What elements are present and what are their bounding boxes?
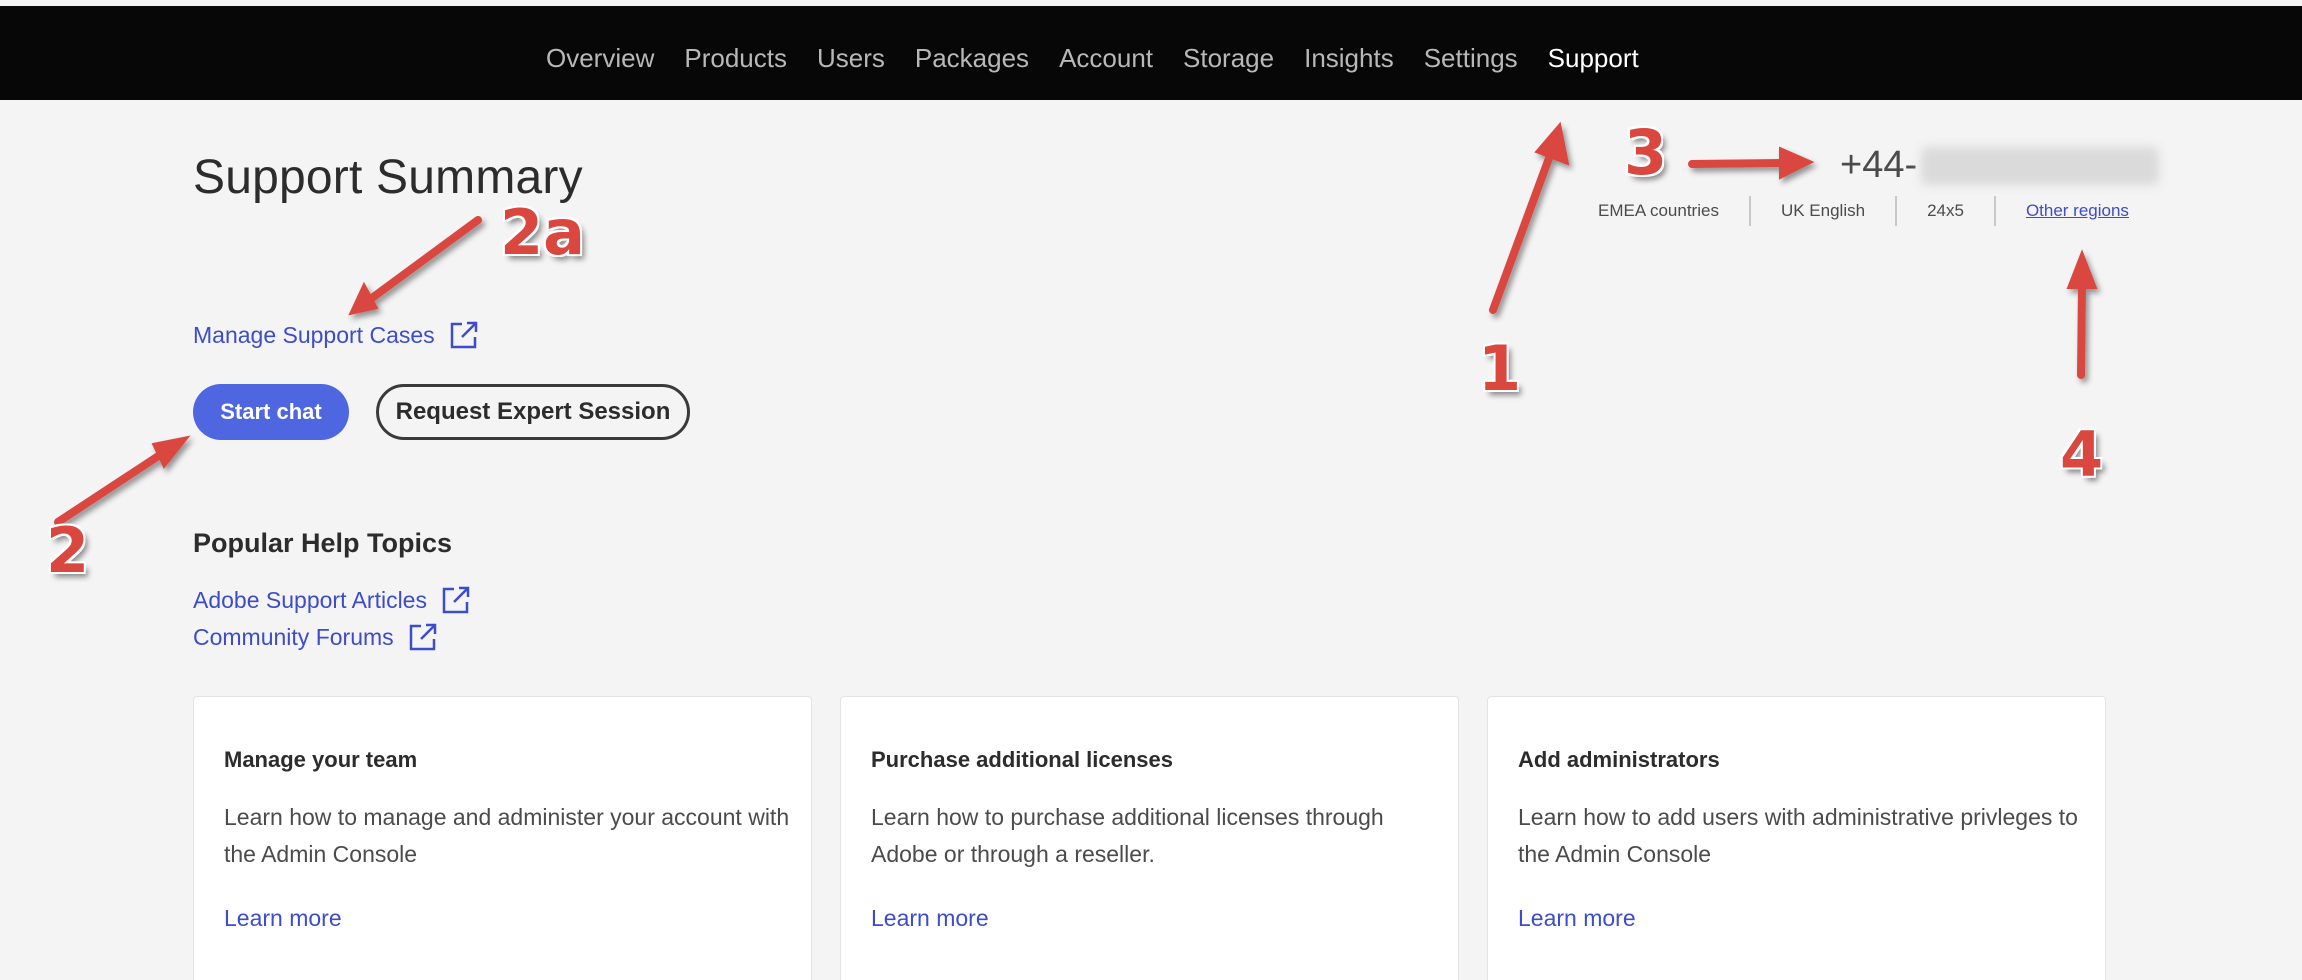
nav-item-settings[interactable]: Settings	[1424, 43, 1518, 74]
community-forums-link[interactable]: Community Forums	[193, 622, 438, 652]
region-label: EMEA countries	[1598, 201, 1719, 220]
nav-item-products[interactable]: Products	[684, 43, 787, 74]
external-link-icon	[442, 586, 470, 614]
annotation-label-2: 2	[46, 514, 90, 587]
learn-more-link[interactable]: Learn more	[224, 905, 342, 932]
annotation-arrow-4	[2066, 249, 2098, 379]
annotation-arrow-2a	[348, 216, 482, 316]
external-link-icon	[409, 623, 436, 651]
start-chat-button[interactable]: Start chat	[193, 384, 349, 440]
popular-help-topics-heading: Popular Help Topics	[193, 528, 453, 558]
nav-item-insights[interactable]: Insights	[1304, 43, 1394, 74]
other-regions-link[interactable]: Other regions	[1996, 201, 2159, 221]
card-description: Learn how to purchase additional license…	[871, 804, 1384, 867]
manage-support-cases-link[interactable]: Manage Support Cases	[193, 320, 479, 350]
manage-support-cases-label: Manage Support Cases	[193, 321, 435, 348]
annotation-arrow-1	[1489, 121, 1570, 314]
help-card-purchase-licenses: Purchase additional licenses Learn how t…	[840, 696, 1459, 980]
main-nav: Overview Products Users Packages Account…	[546, 36, 1669, 80]
external-link-icon	[450, 321, 477, 349]
hours-label: 24x5	[1927, 201, 1964, 220]
nav-item-overview[interactable]: Overview	[546, 43, 654, 74]
community-forums-label: Community Forums	[193, 623, 394, 650]
phone-prefix: +44-	[1840, 144, 1918, 186]
nav-item-storage[interactable]: Storage	[1183, 43, 1274, 74]
card-title: Manage your team	[224, 747, 418, 772]
card-title: Purchase additional licenses	[871, 747, 1174, 772]
nav-item-support[interactable]: Support	[1548, 43, 1639, 74]
card-description: Learn how to add users with administrati…	[1518, 804, 2078, 867]
request-expert-session-button[interactable]: Request Expert Session	[376, 384, 690, 440]
learn-more-link[interactable]: Learn more	[1518, 905, 1636, 932]
contact-details: EMEA countries UK English 24x5 Other reg…	[1598, 196, 2159, 226]
support-phone-number: +44-	[1840, 144, 2160, 187]
adobe-support-articles-link[interactable]: Adobe Support Articles	[193, 585, 471, 615]
annotation-label-4: 4	[2060, 418, 2104, 491]
language-label: UK English	[1780, 201, 1866, 220]
help-card-manage-team: Manage your team Learn how to manage and…	[193, 696, 812, 980]
card-description: Learn how to manage and administer your …	[224, 804, 790, 867]
nav-item-packages[interactable]: Packages	[915, 43, 1029, 74]
nav-item-account[interactable]: Account	[1059, 43, 1153, 74]
phone-number-redacted	[1921, 146, 2160, 185]
annotation-arrow-2	[54, 435, 191, 526]
annotation-arrow-3	[1688, 146, 1815, 180]
learn-more-link[interactable]: Learn more	[871, 905, 989, 932]
top-navigation-bar: Overview Products Users Packages Account…	[0, 0, 2302, 100]
card-title: Add administrators	[1518, 747, 1720, 772]
help-card-add-administrators: Add administrators Learn how to add user…	[1487, 696, 2106, 980]
annotation-label-2a: 2a	[500, 196, 585, 269]
annotation-label-1: 1	[1478, 332, 1522, 405]
annotation-label-3: 3	[1624, 116, 1668, 189]
adobe-support-articles-label: Adobe Support Articles	[193, 586, 427, 613]
nav-item-users[interactable]: Users	[817, 43, 885, 74]
